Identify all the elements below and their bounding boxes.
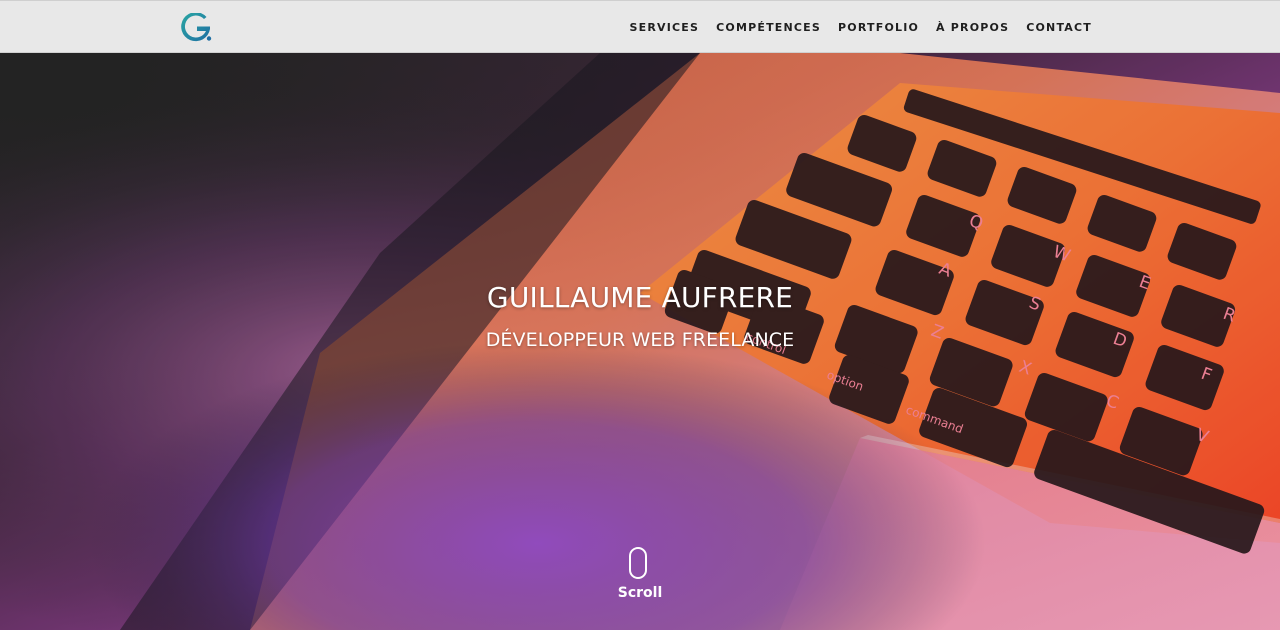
nav-link-portfolio[interactable]: PORTFOLIO (838, 21, 919, 34)
scroll-label: Scroll (617, 585, 663, 601)
nav-link-contact[interactable]: CONTACT (1026, 21, 1092, 34)
hero-title: GUILLAUME AUFRERE (486, 281, 794, 314)
nav-link-competences[interactable]: COMPÉTENCES (716, 21, 821, 34)
hero-section: Q W E R A S D F Z X C V option command c… (0, 53, 1280, 630)
nav-link-services[interactable]: SERVICES (630, 21, 700, 34)
top-navbar: SERVICES COMPÉTENCES PORTFOLIO À PROPOS … (0, 0, 1280, 53)
mouse-scroll-icon (629, 547, 647, 579)
logo-icon[interactable] (180, 13, 214, 43)
hero-subtitle: DÉVELOPPEUR WEB FREELANCE (485, 329, 795, 351)
scroll-down-button[interactable]: Scroll (600, 547, 680, 607)
nav-links: SERVICES COMPÉTENCES PORTFOLIO À PROPOS … (630, 1, 1092, 54)
nav-link-a-propos[interactable]: À PROPOS (936, 21, 1009, 34)
